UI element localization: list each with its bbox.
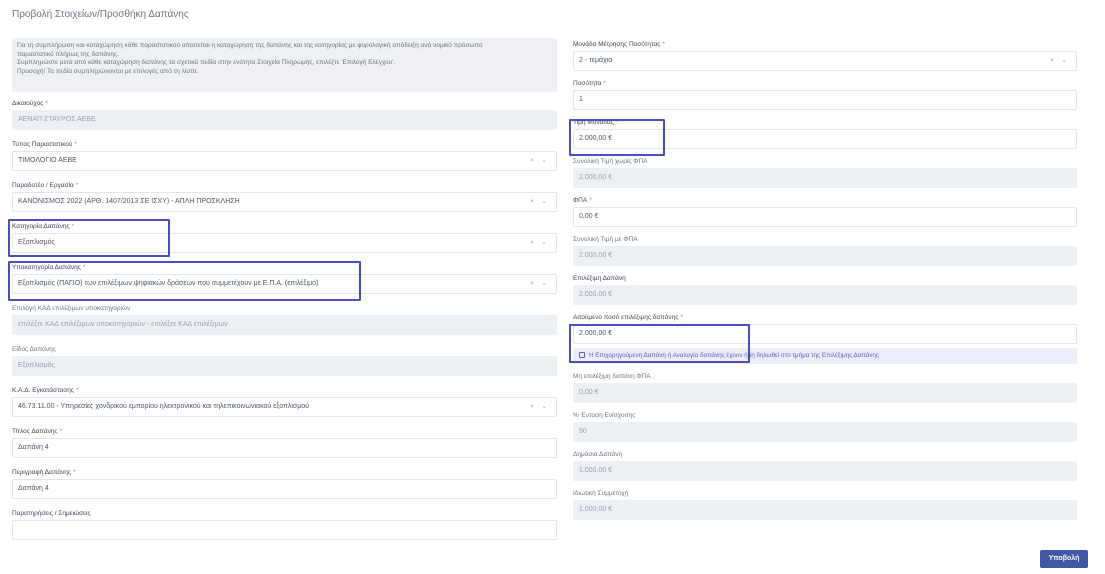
- info-line: παραστατικό πλήρως της δαπάνης.: [17, 50, 119, 58]
- info-line: Συμπληρώστε μετά από κάθε καταχώρηση δαπ…: [17, 59, 396, 66]
- eligible-input: 2.000,00 €: [573, 285, 1077, 305]
- notes-label: Παρατηρήσεις / Σημειώσεις: [12, 510, 91, 517]
- select-clear-chevron-icons[interactable]: × ⌄: [530, 398, 550, 416]
- required-marker: *: [59, 428, 63, 435]
- total-no-vat-label: Συνολική Τιμή χωρίς ΦΠΑ: [573, 158, 648, 165]
- private-share-label: Ιδιωτική Συμμετοχή: [573, 490, 629, 497]
- total-with-vat-input: 2.000,00 €: [573, 246, 1077, 266]
- highlight-subcategory: [8, 261, 361, 301]
- public-expense-label: Δημόσια Δαπάνη: [573, 451, 623, 458]
- expense-type-input[interactable]: Εξοπλισμός: [12, 356, 557, 376]
- non-eligible-field: Μη επιλέξιμη δαπάνη ΦΠΑ 0,00 €: [573, 370, 1077, 403]
- unit-label: Μονάδα Μέτρησης Ποσότητας: [573, 41, 661, 48]
- public-expense-field: Δημόσια Δαπάνη 1.000,00 €: [573, 448, 1077, 481]
- deliverable-label: Παραδοτέο / Εργασία: [12, 182, 74, 189]
- aid-percent-input: 50: [573, 422, 1077, 442]
- vat-label: ΦΠΑ: [573, 197, 588, 204]
- supplier-input[interactable]: ΑΕΝΑΠ ΣΤΑΥΡΟΣ ΑΕΒΕ: [12, 110, 557, 130]
- doc-type-label: Τύπος Παραστατικού: [12, 141, 73, 148]
- non-eligible-label: Μη επιλέξιμη δαπάνη ΦΠΑ: [573, 373, 651, 380]
- supplier-label: Δικαιούχος: [12, 100, 44, 107]
- deliverable-field: Παραδοτέο / Εργασία * ΚΑΝΟΝΙΣΜΟΣ 2022 (ΑΡ…: [12, 179, 557, 212]
- submit-button[interactable]: Υποβολή: [1040, 550, 1088, 568]
- total-with-vat-label: Συνολική Τιμή με ΦΠΑ: [573, 236, 638, 243]
- quantity-input[interactable]: 1: [573, 90, 1077, 110]
- required-marker: *: [76, 387, 79, 394]
- unit-select[interactable]: 2 - τεμάχια × ⌄: [573, 51, 1077, 71]
- form-right-column: Μονάδα Μέτρησης Ποσότητας * 2 - τεμάχια × …: [573, 38, 1077, 520]
- deliverable-select[interactable]: ΚΑΝΟΝΙΣΜΟΣ 2022 (ΑΡΘ. 1407/2013 ΣΕ ΙΣΧΥ)…: [12, 192, 557, 212]
- kad-label: Κ.Α.Δ. Εγκατάστασης: [12, 387, 74, 394]
- eligible-label: Επιλέξιμη Δαπάνη: [573, 275, 626, 282]
- info-box: Για τη συμπλήρωση και καταχώρηση κάθε πα…: [12, 38, 557, 92]
- private-share-input: 1.000,00 €: [573, 500, 1077, 520]
- expense-name-label: Τίτλος Δαπάνης: [12, 428, 58, 435]
- supplier-field: Δικαιούχος * ΑΕΝΑΠ ΣΤΑΥΡΟΣ ΑΕΒΕ: [12, 97, 557, 130]
- required-marker: *: [603, 80, 606, 87]
- description-field: Επιλογή ΚΑΔ επιλέξιμων υποκατηγοριών επι…: [12, 302, 557, 335]
- highlight-requested: [569, 324, 750, 363]
- expense-type-label: Είδος Δαπάνης: [12, 346, 56, 353]
- non-eligible-input: 0,00 €: [573, 383, 1077, 403]
- info-line: Για τη συμπλήρωση και καταχώρηση κάθε πα…: [17, 42, 483, 49]
- kad-field: Κ.Α.Δ. Εγκατάστασης * 46.73.11.00 - Υπηρε…: [12, 384, 557, 417]
- doc-type-select[interactable]: ΤΙΜΟΛΟΓΙΟ ΑΕΒΕ × ⌄: [12, 151, 557, 171]
- unit-field: Μονάδα Μέτρησης Ποσότητας * 2 - τεμάχια × …: [573, 38, 1077, 71]
- select-clear-chevron-icons[interactable]: × ⌄: [530, 275, 550, 293]
- expense-desc-label: Περιγραφή Δαπάνης: [12, 469, 71, 476]
- total-no-vat-field: Συνολική Τιμή χωρίς ΦΠΑ 2.000,00 €: [573, 155, 1077, 188]
- select-clear-chevron-icons[interactable]: × ⌄: [1050, 52, 1070, 70]
- highlight-unit-price: [569, 119, 665, 156]
- expense-name-field: Τίτλος Δαπάνης * Δαπάνη 4: [12, 425, 557, 458]
- doc-type-value: ΤΙΜΟΛΟΓΙΟ ΑΕΒΕ: [18, 157, 77, 164]
- vat-field: ΦΠΑ * 0,00 €: [573, 194, 1077, 227]
- requested-label: Αιτούμενο ποσό επιλέξιμης δαπάνης: [573, 314, 679, 321]
- unit-value: 2 - τεμάχια: [579, 57, 613, 64]
- required-marker: *: [75, 182, 79, 189]
- deliverable-value: ΚΑΝΟΝΙΣΜΟΣ 2022 (ΑΡΘ. 1407/2013 ΣΕ ΙΣΧΥ)…: [18, 198, 240, 205]
- highlight-category: [8, 219, 170, 257]
- required-marker: *: [72, 469, 76, 476]
- aid-percent-label: % Ένταση Ενίσχυσης: [573, 412, 636, 419]
- info-line: Προσοχή! Τα πεδία συμπληρώνονται με επιλ…: [17, 67, 199, 75]
- expense-desc-input[interactable]: Δαπάνη 4: [12, 479, 557, 499]
- kad-value: 46.73.11.00 - Υπηρεσίες χονδρικού εμπορί…: [18, 403, 309, 410]
- select-clear-chevron-icons[interactable]: × ⌄: [530, 234, 550, 252]
- vat-input[interactable]: 0,00 €: [573, 207, 1077, 227]
- expense-desc-field: Περιγραφή Δαπάνης * Δαπάνη 4: [12, 466, 557, 499]
- total-with-vat-field: Συνολική Τιμή με ΦΠΑ 2.000,00 €: [573, 233, 1077, 266]
- required-marker: *: [662, 41, 665, 48]
- description-label: Επιλογή ΚΑΔ επιλέξιμων υποκατηγοριών: [12, 305, 131, 312]
- select-clear-chevron-icons[interactable]: × ⌄: [530, 193, 550, 211]
- quantity-field: Ποσότητα * 1: [573, 77, 1077, 110]
- aid-percent-field: % Ένταση Ενίσχυσης 50: [573, 409, 1077, 442]
- private-share-field: Ιδιωτική Συμμετοχή 1.000,00 €: [573, 487, 1077, 520]
- eligible-field: Επιλέξιμη Δαπάνη 2.000,00 €: [573, 272, 1077, 305]
- notes-field: Παρατηρήσεις / Σημειώσεις: [12, 507, 557, 540]
- notes-input[interactable]: [12, 520, 557, 540]
- expense-type-field: Είδος Δαπάνης Εξοπλισμός: [12, 343, 557, 376]
- required-marker: *: [680, 314, 683, 321]
- page-title: Προβολή Στοιχείων/Προσθήκη Δαπάνης: [12, 9, 189, 20]
- required-marker: *: [589, 197, 592, 204]
- required-marker: *: [45, 100, 48, 107]
- description-input[interactable]: επιλέξτε ΚΑΔ επιλέξιμων υποκατηγοριών - …: [12, 315, 557, 335]
- total-no-vat-input: 2.000,00 €: [573, 168, 1077, 188]
- quantity-label: Ποσότητα: [573, 80, 602, 87]
- kad-select[interactable]: 46.73.11.00 - Υπηρεσίες χονδρικού εμπορί…: [12, 397, 557, 417]
- select-clear-chevron-icons[interactable]: × ⌄: [530, 152, 550, 170]
- expense-name-input[interactable]: Δαπάνη 4: [12, 438, 557, 458]
- public-expense-input: 1.000,00 €: [573, 461, 1077, 481]
- required-marker: *: [74, 141, 77, 148]
- doc-type-field: Τύπος Παραστατικού * ΤΙΜΟΛΟΓΙΟ ΑΕΒΕ × ⌄: [12, 138, 557, 171]
